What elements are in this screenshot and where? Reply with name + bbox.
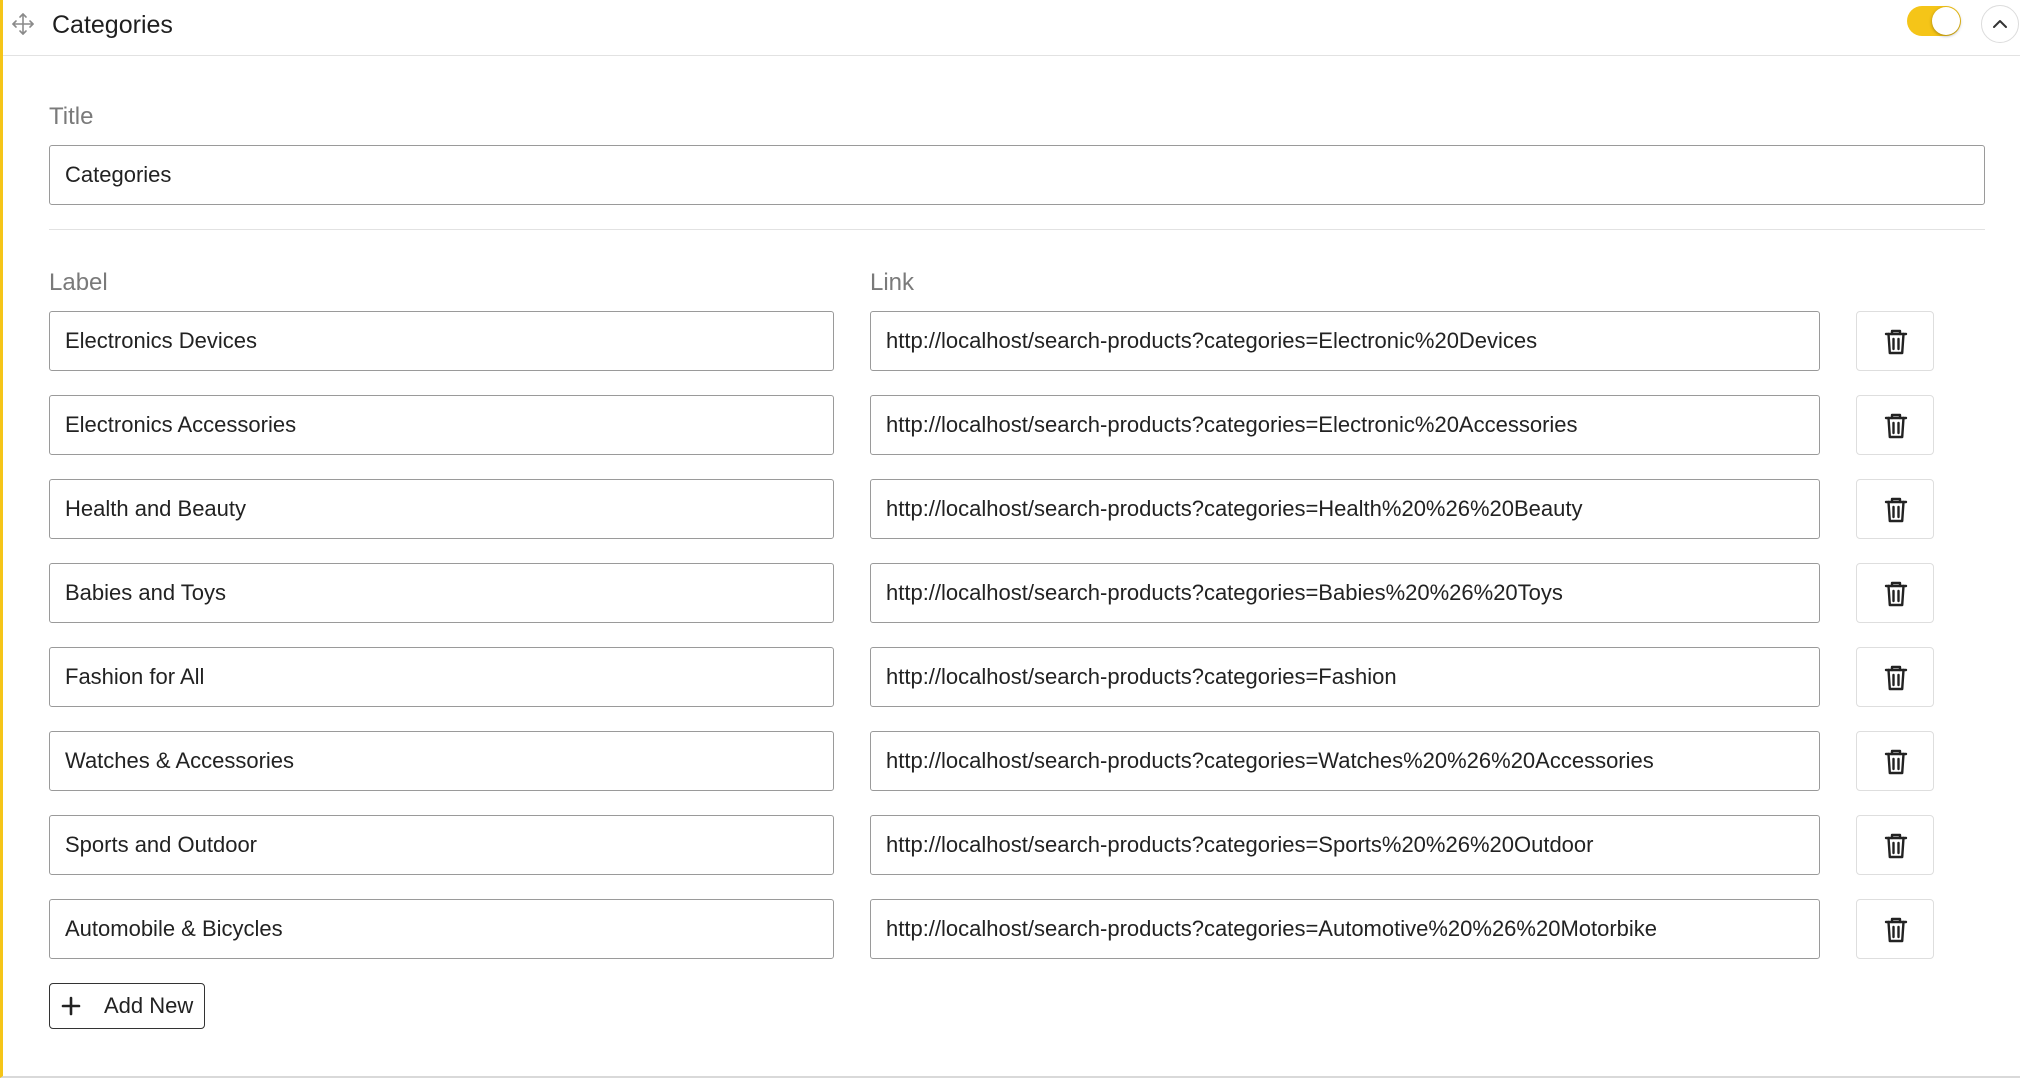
category-link-input[interactable]: http://localhost/search-products?categor… (870, 731, 1820, 791)
delete-row-button[interactable] (1856, 479, 1934, 539)
category-label-input[interactable]: Electronics Devices (49, 311, 834, 371)
move-arrows-icon[interactable] (11, 12, 35, 36)
plus-icon (61, 996, 81, 1016)
category-label-input[interactable]: Sports and Outdoor (49, 815, 834, 875)
trash-icon (1884, 917, 1908, 943)
trash-icon (1884, 497, 1908, 523)
delete-row-button[interactable] (1856, 395, 1934, 455)
delete-row-button[interactable] (1856, 731, 1934, 791)
category-row: Babies and Toys http://localhost/search-p… (3, 563, 2003, 623)
delete-row-button[interactable] (1856, 563, 1934, 623)
delete-row-button[interactable] (1856, 899, 1934, 959)
category-row: Electronics Accessories http://localhost/… (3, 395, 2003, 455)
trash-icon (1884, 749, 1908, 775)
link-column-header: Link (870, 269, 915, 296)
delete-row-button[interactable] (1856, 815, 1934, 875)
category-row: Sports and Outdoor http://localhost/searc… (3, 815, 2003, 875)
delete-row-button[interactable] (1856, 311, 1934, 371)
toggle-knob (1932, 7, 1960, 35)
section-divider (49, 229, 1985, 230)
category-link-input[interactable]: http://localhost/search-products?categor… (870, 395, 1820, 455)
category-link-input[interactable]: http://localhost/search-products?categor… (870, 479, 1820, 539)
category-label-input[interactable]: Electronics Accessories (49, 395, 834, 455)
category-link-input[interactable]: http://localhost/search-products?categor… (870, 311, 1820, 371)
category-row: Health and Beauty http://localhost/search… (3, 479, 2003, 539)
category-link-input[interactable]: http://localhost/search-products?categor… (870, 815, 1820, 875)
category-row: Fashion for All http://localhost/search-p… (3, 647, 2003, 707)
category-link-input[interactable]: http://localhost/search-products?categor… (870, 647, 1820, 707)
panel-title: Categories (52, 11, 173, 39)
collapse-button[interactable] (1981, 5, 2019, 43)
chevron-up-icon (1993, 20, 2007, 28)
category-link-input[interactable]: http://localhost/search-products?categor… (870, 563, 1820, 623)
label-column-header: Label (49, 269, 108, 296)
title-field-label: Title (49, 103, 94, 130)
trash-icon (1884, 833, 1908, 859)
enable-toggle[interactable] (1907, 6, 1961, 36)
category-label-input[interactable]: Babies and Toys (49, 563, 834, 623)
add-new-button[interactable]: Add New (49, 983, 205, 1029)
categories-panel: Categories Title Categories Label Link E… (0, 0, 2020, 1078)
category-link-input[interactable]: http://localhost/search-products?categor… (870, 899, 1820, 959)
category-label-input[interactable]: Watches & Accessories (49, 731, 834, 791)
title-input[interactable]: Categories (49, 145, 1985, 205)
trash-icon (1884, 413, 1908, 439)
add-new-label: Add New (104, 993, 194, 1018)
trash-icon (1884, 665, 1908, 691)
category-row: Electronics Devices http://localhost/sear… (3, 311, 2003, 371)
trash-icon (1884, 581, 1908, 607)
delete-row-button[interactable] (1856, 647, 1934, 707)
trash-icon (1884, 329, 1908, 355)
category-label-input[interactable]: Fashion for All (49, 647, 834, 707)
category-row: Automobile & Bicycles http://localhost/se… (3, 899, 2003, 959)
category-label-input[interactable]: Health and Beauty (49, 479, 834, 539)
category-row: Watches & Accessories http://localhost/se… (3, 731, 2003, 791)
panel-header: Categories (3, 0, 2020, 56)
category-label-input[interactable]: Automobile & Bicycles (49, 899, 834, 959)
